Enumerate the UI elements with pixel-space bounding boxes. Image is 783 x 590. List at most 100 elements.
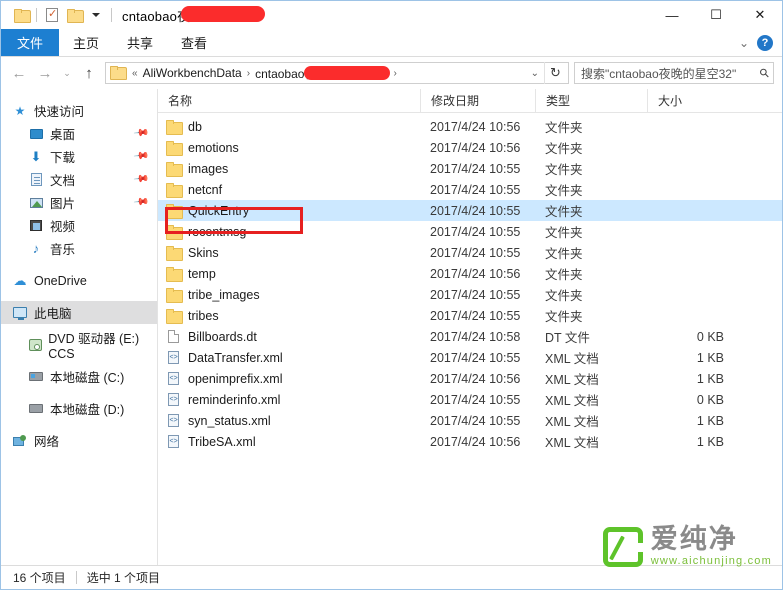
pin-icon[interactable]: 📌 <box>132 148 149 164</box>
table-row[interactable]: TribeSA.xml 2017/4/24 10:56 XML 文档 1 KB <box>158 431 782 452</box>
sidebar-item-videos[interactable]: 视频 <box>1 214 157 237</box>
xml-file-icon <box>164 372 182 385</box>
pin-icon[interactable]: 📌 <box>132 194 149 210</box>
pictures-icon <box>27 197 45 208</box>
help-icon[interactable]: ? <box>757 34 773 51</box>
close-button[interactable]: ✕ <box>738 1 782 29</box>
cell-size <box>647 263 732 284</box>
breadcrumb-dropdown-icon[interactable]: ⌄ <box>526 68 544 79</box>
table-row[interactable]: emotions 2017/4/24 10:56 文件夹 <box>158 137 782 158</box>
file-name: emotions <box>188 140 239 155</box>
breadcrumb-separator-1: › <box>246 67 251 79</box>
table-row[interactable]: db 2017/4/24 10:56 文件夹 <box>158 116 782 137</box>
cell-type: XML 文档 <box>545 436 599 450</box>
sidebar-item-desktop[interactable]: 桌面 📌 <box>1 122 157 145</box>
cell-type: 文件夹 <box>545 142 583 156</box>
sidebar-item-onedrive[interactable]: ☁ OneDrive <box>1 269 157 292</box>
window-title: cntaobao夜 <box>122 8 191 24</box>
column-header-date[interactable]: 修改日期 <box>420 88 535 113</box>
minimize-button[interactable]: — <box>650 1 694 29</box>
sidebar-label-network: 网络 <box>34 435 60 449</box>
up-button[interactable]: ↑ <box>77 61 101 85</box>
cell-date: 2017/4/24 10:56 <box>430 371 521 386</box>
new-folder-icon[interactable] <box>63 5 85 25</box>
chevron-down-icon[interactable] <box>85 5 107 25</box>
cell-name: temp <box>158 263 420 284</box>
table-row[interactable]: Skins 2017/4/24 10:55 文件夹 <box>158 242 782 263</box>
cell-date: 2017/4/24 10:56 <box>430 140 521 155</box>
cell-date: 2017/4/24 10:55 <box>430 182 521 197</box>
sidebar-item-this-pc[interactable]: 此电脑 <box>1 301 157 324</box>
pin-icon[interactable]: 📌 <box>132 125 149 141</box>
cell-date: 2017/4/24 10:56 <box>430 119 521 134</box>
forward-button[interactable]: → <box>33 61 57 85</box>
expand-ribbon-icon[interactable]: ⌄ <box>739 36 749 50</box>
sidebar-item-network[interactable]: 网络 <box>1 429 157 452</box>
table-row[interactable]: temp 2017/4/24 10:56 文件夹 <box>158 263 782 284</box>
table-row[interactable]: reminderinfo.xml 2017/4/24 10:55 XML 文档 0 K… <box>158 389 782 410</box>
folder-icon <box>164 245 183 261</box>
watermark-text: 爱纯净 www.aichunjing.com <box>651 526 772 568</box>
cell-size <box>647 242 732 263</box>
table-row[interactable]: openimprefix.xml 2017/4/24 10:56 XML 文档 1 K… <box>158 368 782 389</box>
search-input[interactable]: 搜索"cntaobao夜晚的星空32" ⚲ <box>574 62 774 84</box>
folder-icon[interactable] <box>10 5 32 25</box>
table-row[interactable]: Billboards.dt 2017/4/24 10:58 DT 文件 0 KB <box>158 326 782 347</box>
drive-icon <box>27 404 45 413</box>
cell-name: tribe_images <box>158 284 420 305</box>
maximize-button[interactable]: ☐ <box>694 1 738 29</box>
table-row[interactable]: DataTransfer.xml 2017/4/24 10:55 XML 文档 1 K… <box>158 347 782 368</box>
sidebar-item-dvd-drive[interactable]: DVD 驱动器 (E:) CCS <box>1 332 157 361</box>
tab-home[interactable]: 主页 <box>59 29 113 56</box>
sidebar-label-local-disk-c: 本地磁盘 (C:) <box>50 371 125 385</box>
file-name: Billboards.dt <box>188 329 257 344</box>
cell-name: DataTransfer.xml <box>158 347 420 368</box>
refresh-icon[interactable]: ↻ <box>544 62 566 84</box>
file-name: openimprefix.xml <box>188 371 283 386</box>
sidebar-label-downloads: 下载 <box>50 151 76 165</box>
properties-icon[interactable] <box>41 5 63 25</box>
recent-locations-icon[interactable]: ⌄ <box>59 61 75 85</box>
table-row[interactable]: syn_status.xml 2017/4/24 10:55 XML 文档 1 KB <box>158 410 782 431</box>
table-row[interactable]: tribe_images 2017/4/24 10:55 文件夹 <box>158 284 782 305</box>
column-header-size[interactable]: 大小 <box>647 88 732 113</box>
sidebar-label-documents: 文档 <box>50 174 76 188</box>
table-row[interactable]: netcnf 2017/4/24 10:55 文件夹 <box>158 179 782 200</box>
cell-date: 2017/4/24 10:55 <box>430 161 521 176</box>
tab-share[interactable]: 共享 <box>113 29 167 56</box>
sidebar-item-local-disk-c[interactable]: 本地磁盘 (C:) <box>1 365 157 388</box>
breadcrumb[interactable]: « AliWorkbenchData › cntaobao夜 › ⌄ ↻ <box>105 62 569 84</box>
table-row[interactable]: recentmsg 2017/4/24 10:55 文件夹 <box>158 221 782 242</box>
sidebar-label-this-pc: 此电脑 <box>34 307 72 321</box>
pin-icon[interactable]: 📌 <box>132 171 149 187</box>
table-row[interactable]: images 2017/4/24 10:55 文件夹 <box>158 158 782 179</box>
breadcrumb-item-root[interactable]: AliWorkbenchData <box>141 66 244 80</box>
breadcrumb-overflow-icon[interactable]: « <box>129 68 141 79</box>
toolbar-divider <box>36 8 37 22</box>
desktop-icon <box>27 128 45 139</box>
sidebar-item-quick-access[interactable]: ★ 快速访问 <box>1 99 157 122</box>
cell-size <box>647 200 732 221</box>
cell-date: 2017/4/24 10:55 <box>430 392 521 407</box>
explorer-body: ★ 快速访问 桌面 📌 ⬇ 下载 📌 文档 📌 图片 📌 视频 ♪ 音乐 ☁ O… <box>1 88 782 565</box>
sidebar-label-quick-access: 快速访问 <box>34 105 85 119</box>
column-header-type[interactable]: 类型 <box>535 88 647 113</box>
sidebar-item-downloads[interactable]: ⬇ 下载 📌 <box>1 145 157 168</box>
sidebar-item-documents[interactable]: 文档 📌 <box>1 168 157 191</box>
file-name: DataTransfer.xml <box>188 350 283 365</box>
tab-file[interactable]: 文件 <box>1 29 60 56</box>
table-row[interactable]: tribes 2017/4/24 10:55 文件夹 <box>158 305 782 326</box>
cell-name: recentmsg <box>158 221 420 242</box>
cell-type: 文件夹 <box>545 268 583 282</box>
cell-type: 文件夹 <box>545 121 583 135</box>
table-row[interactable]: QuickEntry 2017/4/24 10:55 文件夹 <box>158 200 782 221</box>
sidebar-item-pictures[interactable]: 图片 📌 <box>1 191 157 214</box>
column-header-name[interactable]: 名称 <box>158 89 420 113</box>
sidebar-item-music[interactable]: ♪ 音乐 <box>1 237 157 260</box>
sidebar-item-local-disk-d[interactable]: 本地磁盘 (D:) <box>1 397 157 420</box>
cell-size <box>647 158 732 179</box>
title-redaction-bar <box>181 6 265 22</box>
status-selection-count: 选中 1 个项目 <box>86 571 161 585</box>
tab-view[interactable]: 查看 <box>167 29 221 56</box>
back-button[interactable]: ← <box>7 61 31 85</box>
